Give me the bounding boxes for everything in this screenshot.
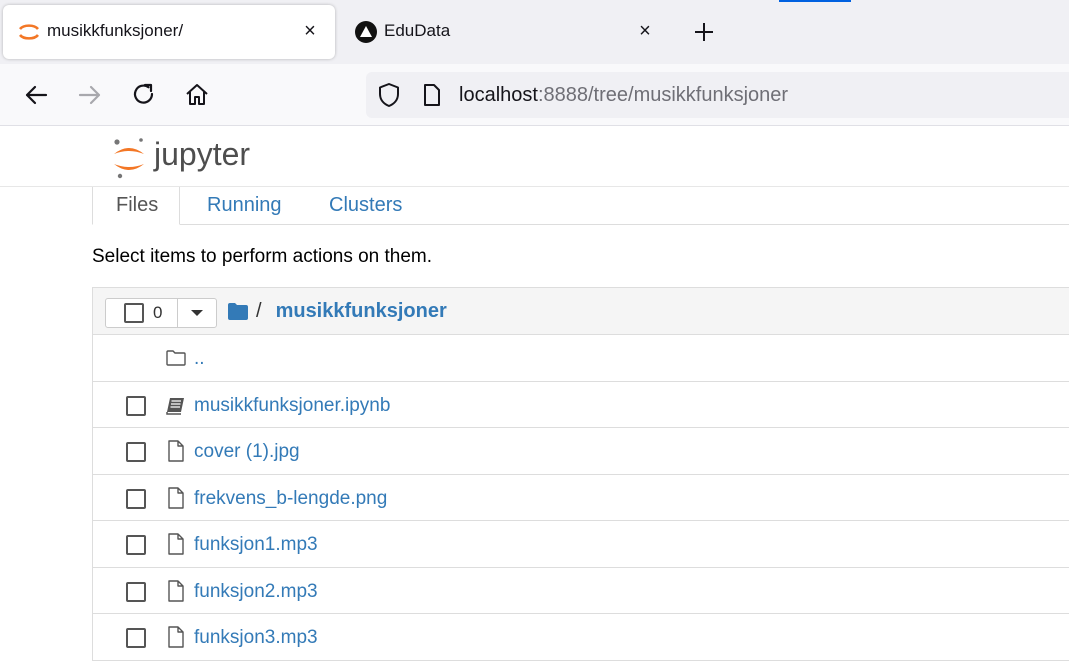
tab-title: musikkfunksjoner/ xyxy=(47,21,184,40)
file-link[interactable]: funksjon2.mp3 xyxy=(194,581,318,603)
tab-clusters[interactable]: Clusters xyxy=(315,187,416,225)
list-item[interactable]: funksjon3.mp3 xyxy=(93,614,1069,661)
breadcrumb: / musikkfunksjoner xyxy=(228,300,447,323)
new-tab-button[interactable] xyxy=(690,18,718,46)
item-checkbox[interactable] xyxy=(126,395,146,416)
folder-icon[interactable] xyxy=(228,303,248,320)
home-button[interactable] xyxy=(181,79,213,111)
browser-tab-bar: musikkfunksjoner/ × EduData × xyxy=(0,0,1069,64)
jupyter-header: jupyter xyxy=(0,127,1069,187)
jupyter-tabs: Files Running Clusters xyxy=(0,187,1069,225)
file-link[interactable]: funksjon1.mp3 xyxy=(194,534,318,556)
url-path: :8888/tree/musikkfunksjoner xyxy=(537,84,789,106)
item-checkbox[interactable] xyxy=(126,442,146,462)
arrow-right-icon xyxy=(78,85,101,105)
file-link[interactable]: cover (1).jpg xyxy=(194,441,300,463)
file-list: 0 / musikkfunksjoner .. musikkfunksjoner… xyxy=(92,287,1069,661)
notebook-icon xyxy=(166,397,184,415)
item-checkbox[interactable] xyxy=(126,581,146,602)
tab-files[interactable]: Files xyxy=(92,187,180,225)
list-item[interactable]: musikkfunksjoner.ipynb xyxy=(93,382,1069,428)
close-tab-icon[interactable]: × xyxy=(297,18,323,44)
select-all-checkbox[interactable] xyxy=(124,303,144,323)
breadcrumb-current-folder[interactable]: musikkfunksjoner xyxy=(276,300,447,323)
tab-musikkfunksjoner[interactable]: musikkfunksjoner/ × xyxy=(3,5,335,59)
file-list-header: 0 / musikkfunksjoner xyxy=(93,287,1069,335)
arrow-left-icon xyxy=(25,85,48,105)
caret-down-icon xyxy=(191,310,203,316)
url-text[interactable]: localhost:8888/tree/musikkfunksjoner xyxy=(459,84,788,107)
file-link[interactable]: funksjon3.mp3 xyxy=(194,627,318,649)
reload-button[interactable] xyxy=(128,79,160,111)
tab-bar-accent xyxy=(779,0,851,2)
tab-edudata[interactable]: EduData × xyxy=(340,5,670,59)
breadcrumb-separator: / xyxy=(256,300,262,322)
file-icon xyxy=(168,486,184,509)
list-item[interactable]: funksjon2.mp3 xyxy=(93,568,1069,614)
back-button[interactable] xyxy=(20,79,52,111)
file-icon xyxy=(168,579,184,602)
select-all-checkbox-button[interactable]: 0 xyxy=(106,299,178,327)
page-icon[interactable] xyxy=(420,83,444,107)
item-checkbox[interactable] xyxy=(126,535,146,555)
file-link[interactable]: musikkfunksjoner.ipynb xyxy=(194,395,390,417)
reload-icon xyxy=(133,83,154,104)
home-icon xyxy=(186,84,208,105)
item-checkbox[interactable] xyxy=(126,488,146,509)
folder-outline-icon xyxy=(166,350,186,366)
select-dropdown-button[interactable] xyxy=(178,299,216,327)
parent-directory-link[interactable]: .. xyxy=(194,348,205,370)
edudata-favicon-icon xyxy=(355,21,377,43)
list-item-parent[interactable]: .. xyxy=(93,335,1069,382)
forward-button[interactable] xyxy=(74,79,106,111)
file-icon xyxy=(168,626,184,648)
list-item[interactable]: frekvens_b-lengde.png xyxy=(93,475,1069,521)
file-link[interactable]: frekvens_b-lengde.png xyxy=(194,488,387,510)
selection-hint: Select items to perform actions on them. xyxy=(92,246,433,267)
tab-title: EduData xyxy=(384,21,451,40)
jupyter-logo[interactable]: jupyter xyxy=(110,133,270,183)
browser-nav-bar: localhost:8888/tree/musikkfunksjoner xyxy=(0,64,1069,126)
jupyter-logo-text: jupyter xyxy=(153,136,250,172)
close-tab-icon[interactable]: × xyxy=(632,18,658,44)
url-host: localhost xyxy=(459,84,538,106)
tab-running[interactable]: Running xyxy=(193,187,296,225)
file-icon xyxy=(168,533,184,555)
select-all-group: 0 xyxy=(105,298,217,328)
list-item[interactable]: cover (1).jpg xyxy=(93,428,1069,475)
item-checkbox[interactable] xyxy=(126,628,146,648)
jupyter-favicon-icon xyxy=(18,24,40,40)
shield-icon[interactable] xyxy=(376,82,402,108)
list-item[interactable]: funksjon1.mp3 xyxy=(93,521,1069,568)
plus-icon xyxy=(695,23,713,41)
address-bar[interactable]: localhost:8888/tree/musikkfunksjoner xyxy=(366,72,1069,118)
selected-count: 0 xyxy=(153,303,163,322)
file-icon xyxy=(168,440,184,462)
